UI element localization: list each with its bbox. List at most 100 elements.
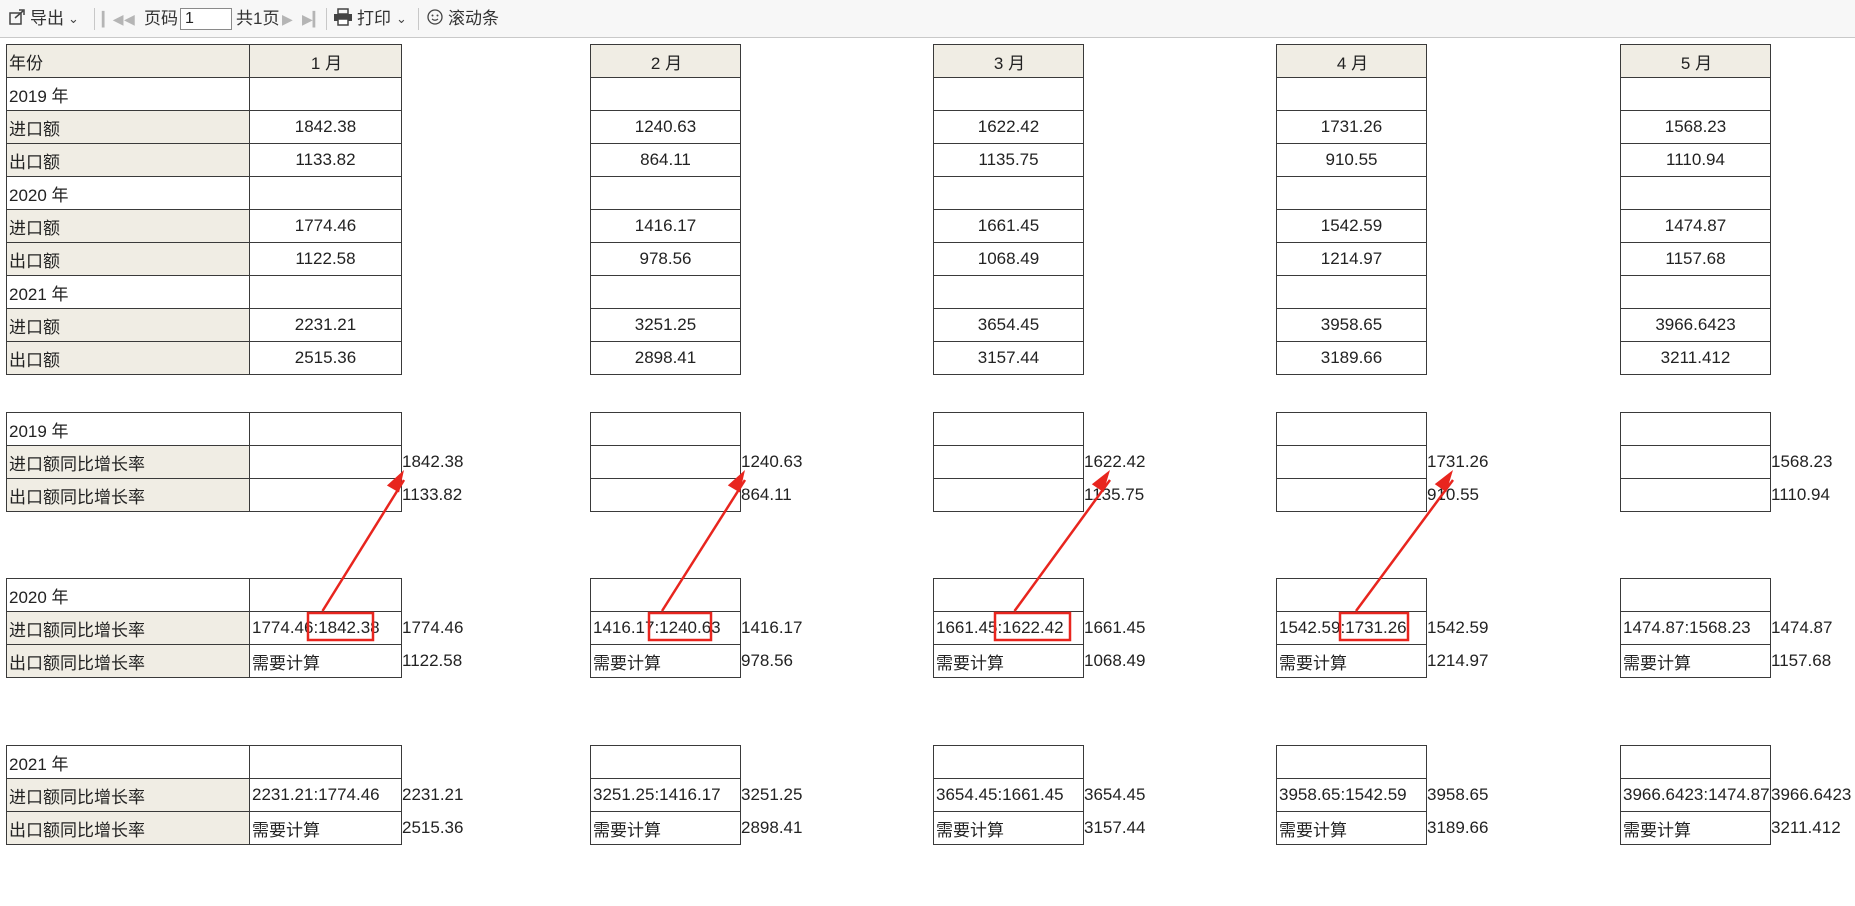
side-export-value: 3157.44	[1084, 818, 1146, 837]
import-growth-label: 进口额同比增长率	[6, 611, 250, 645]
export-label: 出口额	[6, 143, 250, 177]
import-value: 1731.26	[1276, 110, 1427, 144]
growth-table: 3654.45:1661.45 需要计算	[933, 745, 1084, 845]
header-row: 年份 1 月	[6, 44, 402, 78]
export-value: 3157.44	[933, 341, 1084, 375]
import-ratio-value: 3966.6423:1474.87	[1620, 778, 1771, 812]
export-ratio-value: 需要计算	[590, 811, 741, 845]
export-row: 3157.44	[933, 341, 1084, 375]
empty-cell	[1276, 275, 1427, 309]
year-column-header: 年份	[6, 44, 250, 78]
export-button[interactable]: 导出	[30, 0, 64, 38]
empty-cell	[1620, 77, 1771, 111]
export-icon	[8, 0, 26, 38]
last-page-icon[interactable]: ▶▎	[302, 0, 324, 38]
growth-table: 1474.87:1568.23 需要计算	[1620, 578, 1771, 678]
export-growth-row	[590, 478, 741, 512]
side-export-value: 864.11	[741, 485, 792, 504]
export-value: 910.55	[1276, 143, 1427, 177]
import-ratio-value: 1661.45:1622.42	[933, 611, 1084, 645]
export-growth-row: 需要计算	[1620, 811, 1771, 845]
side-export-value: 910.55	[1427, 485, 1479, 504]
year-row	[1276, 77, 1427, 111]
empty-cell	[590, 412, 741, 446]
import-growth-row	[590, 445, 741, 479]
month-header: 5 月	[1620, 44, 1771, 78]
import-value: 3251.25	[590, 308, 741, 342]
side-export-value: 1157.68	[1771, 651, 1832, 670]
scrollbar-icon	[426, 0, 444, 38]
export-row: 1135.75	[933, 143, 1084, 177]
export-row: 978.56	[590, 242, 741, 276]
side-import-value: 1416.17	[741, 618, 803, 637]
export-row: 3189.66	[1276, 341, 1427, 375]
import-ratio-value: 2231.21:1774.46	[249, 778, 402, 812]
side-export-value: 2898.41	[741, 818, 803, 837]
chevron-down-icon[interactable]: ⌄	[68, 0, 79, 38]
first-page-icon[interactable]: ▎◀	[102, 0, 124, 38]
year-label: 2019 年	[6, 77, 250, 111]
export-growth-row: 需要计算	[590, 811, 741, 845]
prev-page-icon[interactable]: ◀	[124, 0, 135, 38]
toolbar-divider	[94, 8, 95, 30]
year-row	[1620, 77, 1771, 111]
growth-table: 1661.45:1622.42 需要计算	[933, 578, 1084, 678]
import-row: 1568.23	[1620, 110, 1771, 144]
import-row: 进口额 1842.38	[6, 110, 402, 144]
import-growth-row	[1276, 445, 1427, 479]
export-growth-row: 需要计算	[933, 644, 1084, 678]
year-row: 2019 年	[6, 412, 402, 446]
export-row: 910.55	[1276, 143, 1427, 177]
year-row	[590, 77, 741, 111]
export-row: 出口额 2515.36	[6, 341, 402, 375]
import-ratio-value: 3251.25:1416.17	[590, 778, 741, 812]
side-import-value: 1774.46	[402, 618, 464, 637]
scrollbar-toggle[interactable]: 滚动条	[448, 0, 499, 38]
import-value: 1661.45	[933, 209, 1084, 243]
import-row: 1731.26	[1276, 110, 1427, 144]
growth-table: 1542.59:1731.26 需要计算	[1276, 578, 1427, 678]
empty-cell	[1276, 412, 1427, 446]
growth-table	[590, 412, 741, 512]
page-label: 页码	[144, 9, 178, 28]
page-number-input[interactable]	[180, 8, 232, 30]
empty-cell	[933, 275, 1084, 309]
export-row: 2898.41	[590, 341, 741, 375]
export-value: 2898.41	[590, 341, 741, 375]
export-growth-row	[933, 478, 1084, 512]
month-table-3: 3 月 1622.42 1135.75 1661.45 1068.49 3654.45 31…	[933, 44, 1084, 375]
chevron-down-icon[interactable]: ⌄	[396, 0, 407, 38]
month-table-4: 4 月 1731.26 910.55 1542.59 1214.97 3958.65 318…	[1276, 44, 1427, 375]
year-row	[590, 578, 741, 612]
empty-cell	[1620, 275, 1771, 309]
year-row: 2019 年	[6, 77, 402, 111]
year-row	[933, 578, 1084, 612]
year-row	[1276, 578, 1427, 612]
export-value: 1068.49	[933, 242, 1084, 276]
import-ratio-value: 3958.65:1542.59	[1276, 778, 1427, 812]
export-ratio-value: 需要计算	[1276, 644, 1427, 678]
print-button[interactable]: 打印	[357, 0, 391, 38]
empty-cell	[249, 77, 402, 111]
export-growth-row: 出口额同比增长率 需要计算	[6, 811, 402, 845]
export-row: 864.11	[590, 143, 741, 177]
growth-table	[1620, 412, 1771, 512]
import-value: 1568.23	[1620, 110, 1771, 144]
import-value: 1774.46	[249, 209, 402, 243]
month-table-1: 年份 1 月 2019 年进口额 1842.38 出口额 1133.82 2020 年进口额…	[6, 44, 402, 375]
import-growth-row: 进口额同比增长率 2231.21:1774.46	[6, 778, 402, 812]
export-row: 出口额 1133.82	[6, 143, 402, 177]
empty-cell	[1276, 745, 1427, 779]
export-value: 1133.82	[249, 143, 402, 177]
empty-cell	[249, 275, 402, 309]
import-row: 3966.6423	[1620, 308, 1771, 342]
import-growth-row: 1474.87:1568.23	[1620, 611, 1771, 645]
export-ratio-value: 需要计算	[1276, 811, 1427, 845]
empty-cell	[590, 77, 741, 111]
month-header: 4 月	[1276, 44, 1427, 78]
next-page-icon[interactable]: ▶	[282, 0, 293, 38]
export-growth-row: 需要计算	[1276, 644, 1427, 678]
export-row: 1157.68	[1620, 242, 1771, 276]
empty-cell	[933, 578, 1084, 612]
month-table-2: 2 月 1240.63 864.11 1416.17 978.56 3251.25 2898…	[590, 44, 741, 375]
